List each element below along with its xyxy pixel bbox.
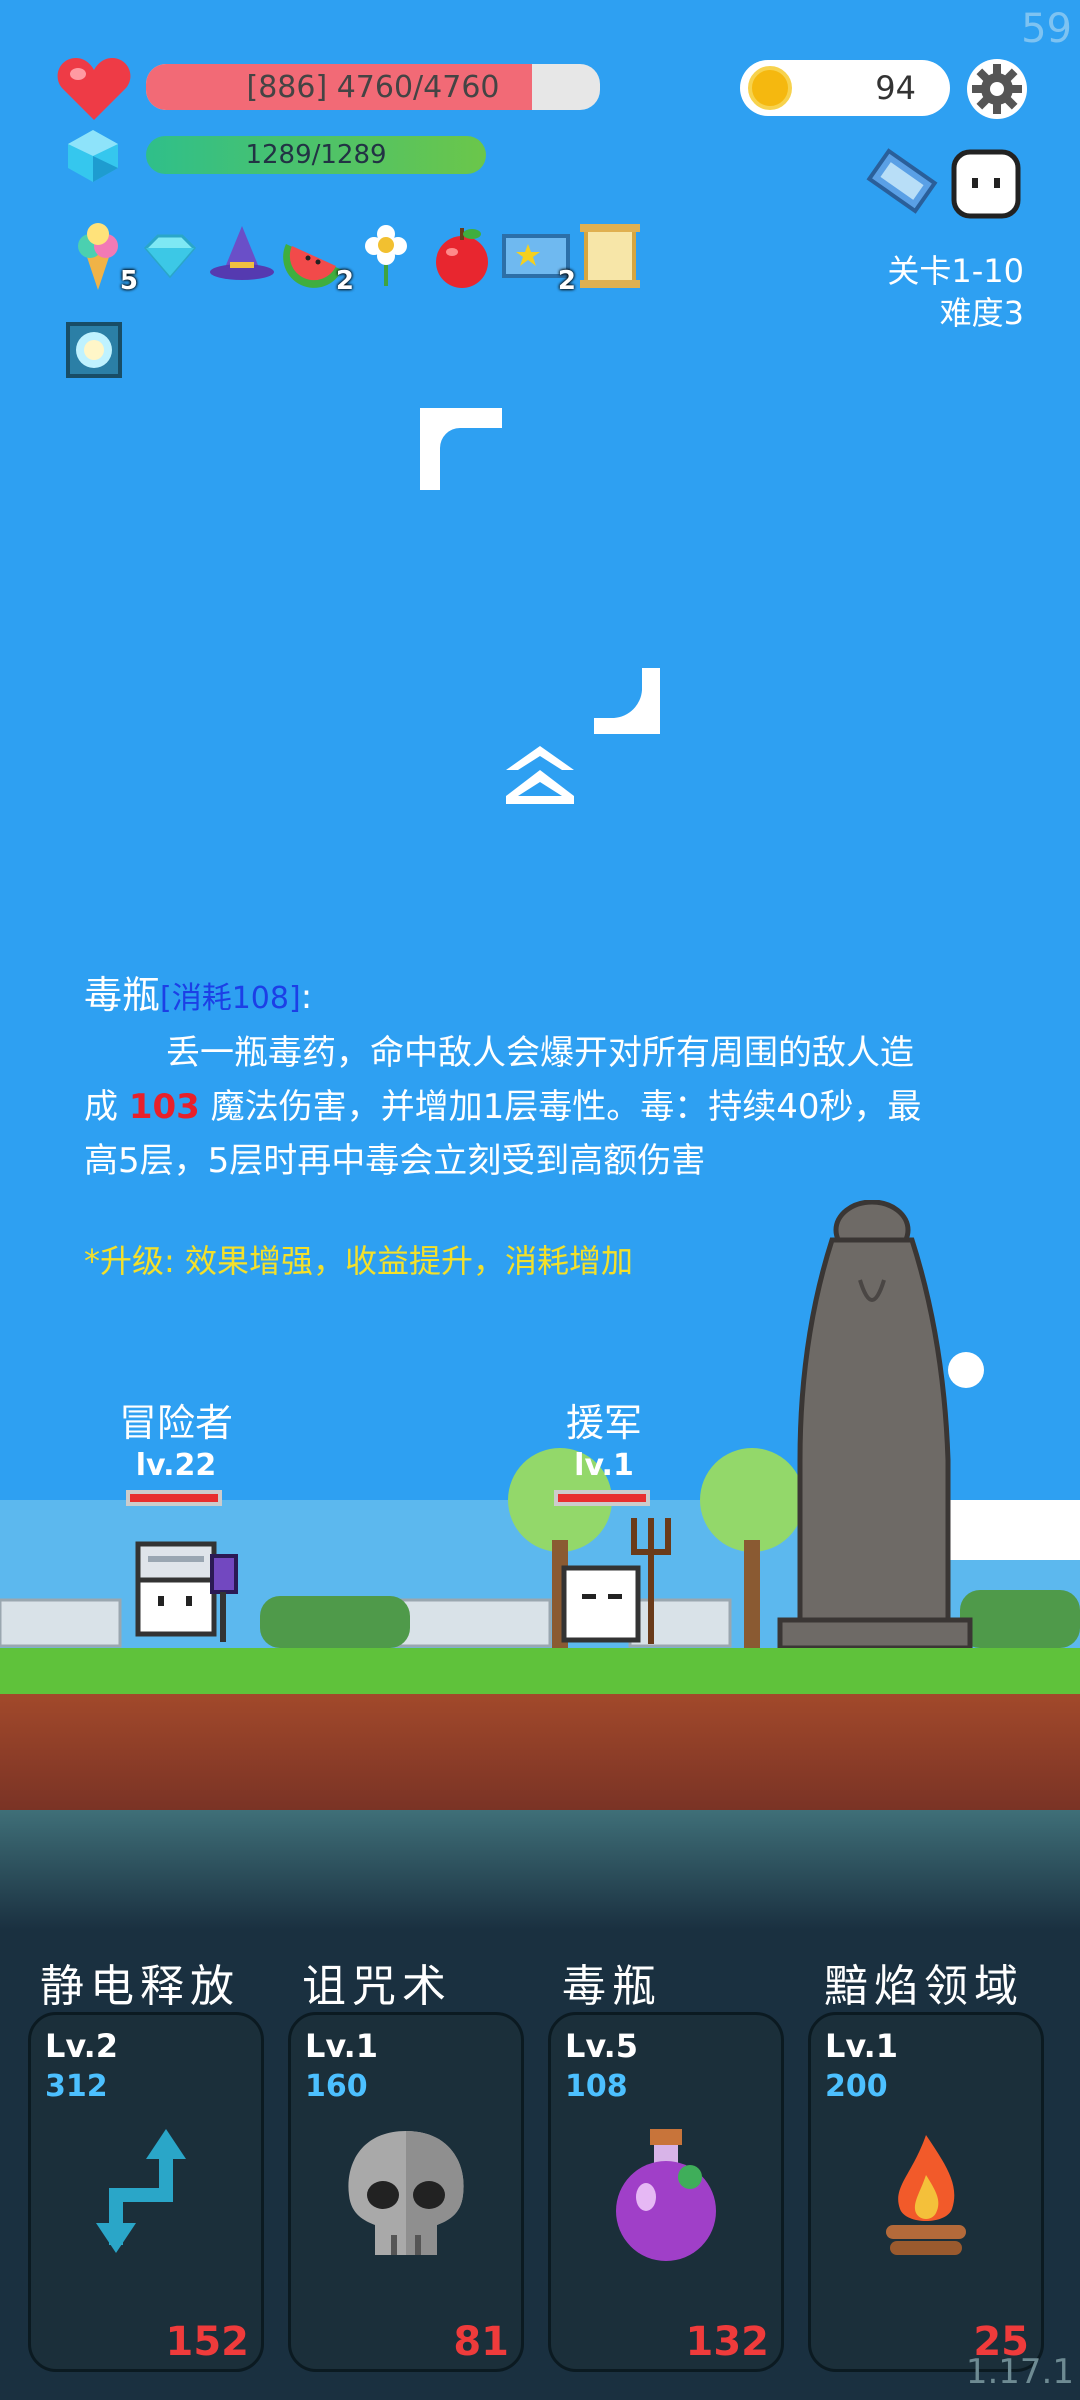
skill-card-static-discharge[interactable]: Lv.2 312 152 — [28, 2012, 264, 2372]
skill-desc-colon: : — [300, 977, 313, 1017]
diamond-icon — [143, 234, 197, 279]
inventory-item[interactable]: 2 — [500, 220, 576, 296]
skill-desc-line3: 高5层，5层时再中毒会立刻受到高额伤害 — [84, 1141, 706, 1181]
stage-level: 关卡1-10 — [887, 252, 1024, 290]
skill-name-dark-flame-field: 黯焰领域 — [824, 1961, 1024, 2012]
skill-level: Lv.5 — [565, 2027, 639, 2065]
stage-difficulty: 难度3 — [939, 294, 1024, 332]
inventory-item[interactable] — [574, 220, 646, 292]
gear-icon[interactable] — [966, 58, 1028, 120]
coin-value: 94 — [875, 69, 916, 107]
skill-desc-line1: 丢一瓶毒药，命中敌人会爆开对所有周围的敌人造 — [166, 1033, 914, 1073]
stage-info: 关卡1-10 难度3 — [887, 250, 1024, 334]
skill-desc-line2-pre: 成 — [84, 1087, 129, 1127]
adventurer-name: 冒险者 — [118, 1401, 233, 1445]
skill-name-poison-bottle: 毒瓶 — [562, 1961, 662, 2012]
chevron-up-icon[interactable] — [506, 746, 574, 804]
inventory-item[interactable] — [350, 220, 422, 292]
skill-desc-damage: 103 — [128, 1087, 200, 1127]
skill-count: 132 — [685, 2319, 770, 2365]
map-scroll-icon[interactable] — [862, 146, 942, 216]
adventurer-hp-bar — [126, 1490, 222, 1506]
skill-cost: 108 — [565, 2069, 628, 2104]
skill-card-curse[interactable]: Lv.1 160 81 — [288, 2012, 524, 2372]
flower-icon — [365, 225, 407, 286]
inventory-item[interactable] — [134, 220, 206, 292]
ground-grass — [0, 1648, 1080, 1694]
mp-text: 1289/1289 — [245, 140, 387, 170]
skill-count: 81 — [453, 2319, 509, 2365]
skill-count: 152 — [165, 2319, 250, 2365]
buff-bulb-icon[interactable] — [66, 322, 122, 378]
skill-cost: 312 — [45, 2069, 108, 2104]
inventory-item[interactable]: 2 — [278, 220, 354, 296]
skill-desc-cost: [消耗108] — [160, 981, 301, 1016]
skill-name-curse: 诅咒术 — [302, 1961, 452, 2012]
skill-card-poison-bottle[interactable]: Lv.5 108 132 — [548, 2012, 784, 2372]
campfire-icon — [886, 2135, 966, 2255]
reinforcement-name: 援军 — [565, 1401, 642, 1445]
skill-desc-line2-post: 魔法伤害，并增加1层毒性。毒：持续40秒，最 — [199, 1087, 922, 1127]
inventory-item[interactable] — [426, 220, 498, 292]
skill-cost: 160 — [305, 2069, 368, 2104]
ghost-pet-icon[interactable] — [948, 146, 1024, 222]
inventory-item[interactable] — [206, 220, 278, 292]
reinforcement-level: lv.1 — [574, 1448, 634, 1483]
skill-card-dark-flame-field[interactable]: Lv.1 200 25 — [808, 2012, 1044, 2372]
reinforcement-hp-bar — [554, 1490, 650, 1506]
scroll-icon — [580, 224, 640, 288]
heart-icon — [57, 58, 131, 120]
mana-gem-icon — [68, 130, 118, 182]
hp-bar: [886] 4760/4760 — [146, 64, 600, 110]
skill-level: Lv.2 — [45, 2027, 119, 2065]
hp-text: [886] 4760/4760 — [246, 69, 500, 105]
wizard-hat-icon — [210, 226, 274, 280]
target-corner-icon — [594, 668, 660, 734]
target-corner-icon — [420, 408, 502, 490]
adventurer-level: lv.22 — [135, 1448, 217, 1483]
arrows-icon — [96, 2129, 186, 2253]
skill-level: Lv.1 — [305, 2027, 379, 2065]
apple-icon — [436, 228, 488, 288]
skill-name-static-discharge: 静电释放 — [40, 1961, 240, 2012]
skill-cost: 200 — [825, 2069, 888, 2104]
water-strip — [0, 1810, 1080, 1930]
reinforcement-sprite[interactable] — [556, 1508, 680, 1648]
fps-counter: 59 — [1021, 6, 1072, 52]
version-label: 1.17.1 — [965, 2352, 1074, 2392]
skull-icon — [348, 2131, 464, 2255]
poison-bottle-icon — [616, 2129, 716, 2261]
skill-level: Lv.1 — [825, 2027, 899, 2065]
coin-counter: 94 — [740, 60, 950, 116]
inventory-item[interactable]: 5 — [62, 220, 138, 296]
adventurer-sprite[interactable] — [128, 1536, 244, 1648]
ground-dirt — [0, 1694, 1080, 1810]
statue — [777, 1200, 973, 1651]
mp-bar: 1289/1289 — [146, 136, 486, 174]
skill-desc-line2: 成 103 魔法伤害，并增加1层毒性。毒：持续40秒，最 — [84, 1080, 1004, 1134]
coin-icon — [748, 66, 792, 110]
skill-desc-title: 毒瓶 — [84, 973, 161, 1017]
